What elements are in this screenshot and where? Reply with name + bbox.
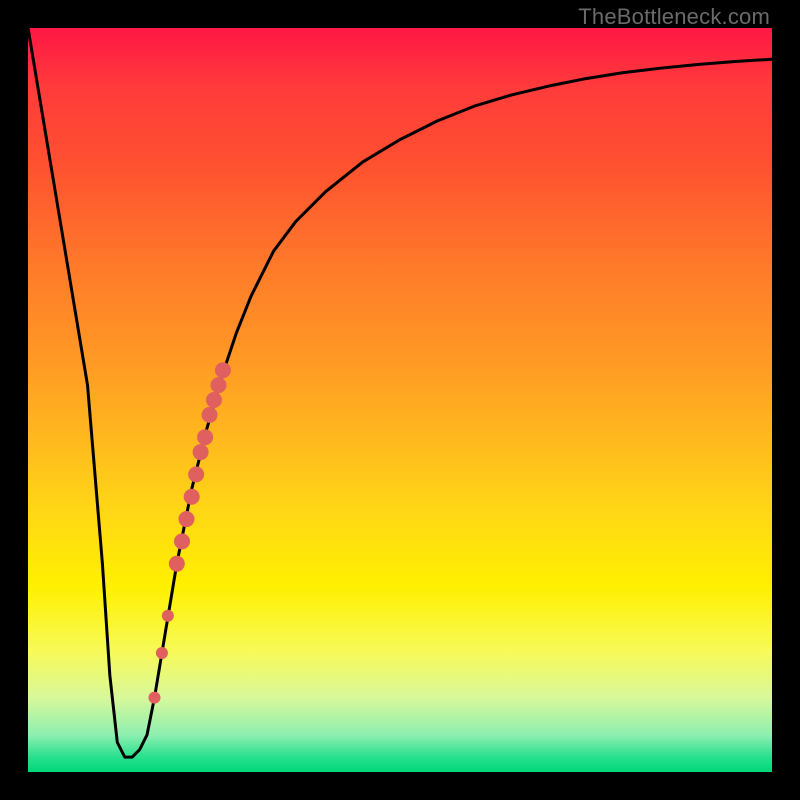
plot-area	[28, 28, 772, 772]
data-marker	[174, 533, 190, 549]
data-marker	[162, 610, 174, 622]
data-marker	[184, 489, 200, 505]
data-marker	[210, 377, 226, 393]
chart-svg	[28, 28, 772, 772]
data-marker	[156, 647, 168, 659]
data-marker	[169, 556, 185, 572]
highlighted-points	[148, 362, 230, 703]
data-marker	[197, 429, 213, 445]
data-marker	[148, 692, 160, 704]
data-marker	[188, 466, 204, 482]
bottleneck-curve	[28, 28, 772, 757]
data-marker	[202, 407, 218, 423]
data-marker	[178, 511, 194, 527]
data-marker	[206, 392, 222, 408]
data-marker	[215, 362, 231, 378]
attribution-text: TheBottleneck.com	[578, 4, 770, 30]
data-marker	[193, 444, 209, 460]
bottleneck-curve-path	[28, 28, 772, 757]
chart-frame: TheBottleneck.com	[0, 0, 800, 800]
